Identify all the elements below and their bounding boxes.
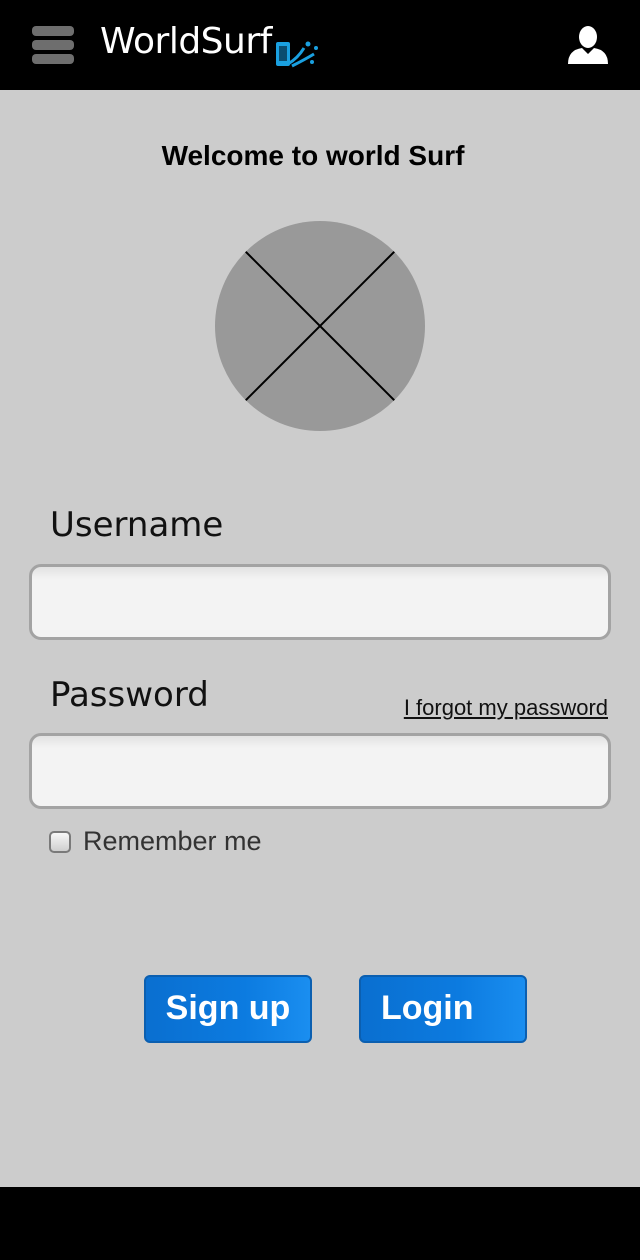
remember-me-checkbox[interactable]	[49, 830, 71, 853]
top-navbar: WorldSurf	[0, 0, 640, 90]
password-label: Password	[50, 675, 209, 715]
brand-name: WorldSurf	[100, 21, 272, 62]
username-input[interactable]	[29, 564, 611, 640]
image-placeholder	[215, 221, 425, 431]
hamburger-menu-icon[interactable]	[32, 24, 74, 66]
forgot-password-link[interactable]: I forgot my password	[404, 695, 608, 721]
user-icon[interactable]	[566, 24, 610, 66]
remember-me-row[interactable]: Remember me	[49, 826, 262, 857]
login-button[interactable]: Login	[359, 975, 527, 1043]
bottom-bar	[0, 1187, 640, 1260]
password-input[interactable]	[29, 733, 611, 809]
username-label: Username	[50, 505, 224, 545]
brand[interactable]: WorldSurf	[100, 18, 320, 74]
sign-up-button[interactable]: Sign up	[144, 975, 312, 1043]
welcome-heading: Welcome to world Surf	[161, 140, 465, 171]
remember-me-label[interactable]: Remember me	[83, 826, 262, 857]
phone-splash-logo-icon	[275, 41, 318, 68]
